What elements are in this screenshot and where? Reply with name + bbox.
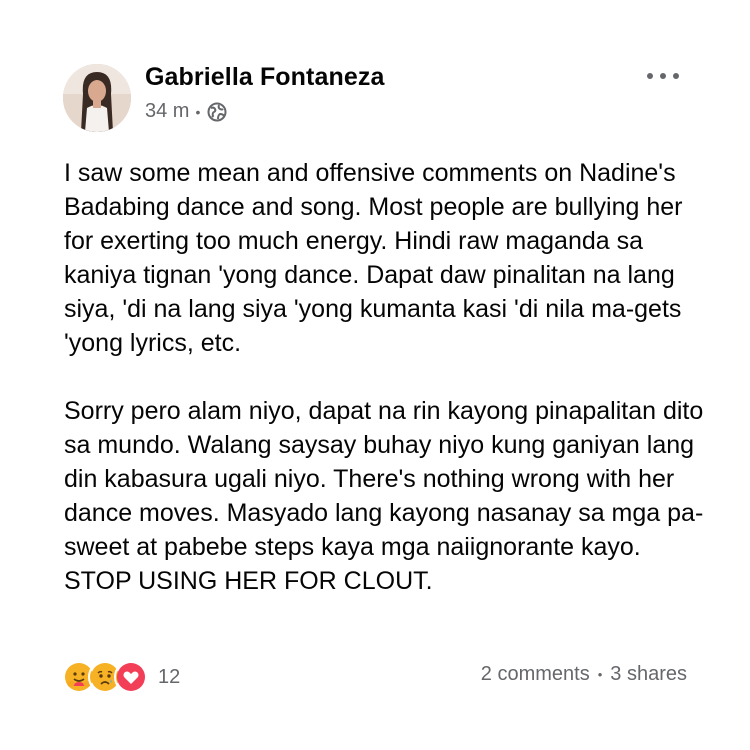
more-options-icon[interactable] xyxy=(647,68,679,84)
post-paragraph: I saw some mean and offensive comments o… xyxy=(64,159,683,357)
love-reaction-icon xyxy=(114,660,148,694)
more-dot xyxy=(673,73,679,79)
post-paragraph: Sorry pero alam niyo, dapat na rin kayon… xyxy=(64,397,704,595)
shares-count-link[interactable]: 3 shares xyxy=(610,663,687,686)
post-body: I saw some mean and offensive comments o… xyxy=(64,156,704,598)
post-timestamp[interactable]: 34 m xyxy=(145,100,189,123)
post-card: Gabriella Fontaneza 34 m • I saw some me… xyxy=(0,0,750,750)
stats-separator: • xyxy=(597,667,603,682)
reaction-count: 12 xyxy=(158,665,181,688)
avatar-photo xyxy=(63,64,131,132)
avatar[interactable] xyxy=(63,64,131,132)
more-dot xyxy=(647,73,653,79)
more-dot xyxy=(660,73,666,79)
meta-separator: • xyxy=(195,103,201,120)
author-name[interactable]: Gabriella Fontaneza xyxy=(145,63,384,92)
globe-icon[interactable] xyxy=(207,102,227,122)
comments-count-link[interactable]: 2 comments xyxy=(481,663,590,686)
post-stats: 2 comments • 3 shares xyxy=(481,663,687,686)
reactions-summary[interactable]: 12 xyxy=(62,660,180,694)
post-meta: 34 m • xyxy=(145,100,227,123)
